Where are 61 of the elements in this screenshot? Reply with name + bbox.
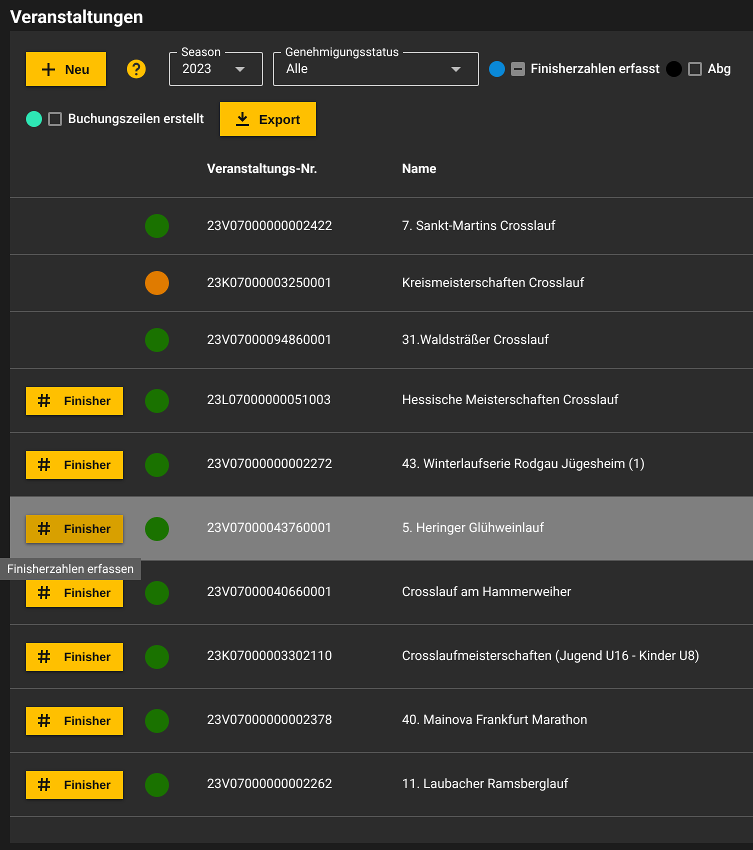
hash-icon — [38, 650, 50, 663]
finisher-button[interactable]: Finisher — [26, 706, 123, 734]
column-header[interactable]: Veranstaltungs-Nr. — [207, 162, 318, 176]
download-icon — [236, 112, 249, 126]
hash-icon — [38, 458, 50, 471]
event-name: Crosslauf am Hammerweiher — [402, 585, 572, 600]
column-header[interactable]: Name — [402, 162, 436, 176]
finisher-button[interactable]: Finisher — [26, 578, 123, 606]
table-row[interactable]: Finisher 23V07000000002378 40. Mainova Frankfurt Marathon — [10, 688, 753, 752]
table-row[interactable]: 23V07000094860001 31.Waldsträßer Crosslauf — [10, 312, 753, 368]
event-name: 43. Winterlaufserie Rodgau Jügesheim (1) — [402, 457, 645, 472]
table-row[interactable]: Finisher 23V07000000002272 43. Winterlaufserie Rodgau Jügesheim (1) — [10, 432, 753, 496]
event-name: 5. Heringer Glühweinlauf — [402, 521, 544, 536]
event-name: 40. Mainova Frankfurt Marathon — [402, 713, 588, 728]
checkbox[interactable] — [688, 62, 702, 76]
hash-icon — [38, 586, 50, 599]
page-title: Veranstaltungen — [9, 6, 144, 30]
event-number: 23K07000003250001 — [207, 276, 332, 290]
minus-icon — [514, 68, 522, 70]
event-number: 23V07000000002422 — [207, 218, 332, 234]
event-name: Kreismeisterschaften Crosslauf — [402, 276, 584, 290]
dropdown-caret-icon — [235, 66, 246, 72]
event-number: 23V07000000002272 — [207, 457, 332, 472]
finisher-button[interactable]: Finisher — [26, 642, 123, 670]
event-number: 23V07000043760001 — [207, 521, 332, 536]
legend-label: Abg — [708, 62, 731, 76]
finisher-button[interactable]: Finisher — [26, 514, 123, 542]
event-number: 23V07000040660001 — [207, 585, 332, 600]
event-number: 23L07000000051003 — [207, 393, 331, 408]
table-row[interactable]: Finisher 23V07000043760001 5. Heringer Glühweinlauf — [10, 496, 753, 560]
event-name: Hessische Meisterschaften Crosslauf — [402, 393, 619, 408]
event-number: 23V07000094860001 — [207, 332, 332, 348]
table-row[interactable]: 23V07000000002422 7. Sankt-Martins Crosslauf — [10, 198, 753, 254]
event-number: 23V07000000002378 — [207, 713, 332, 728]
table-row[interactable]: Finisher 23L07000000051003 Hessische Meisterschaften Crosslauf — [10, 368, 753, 432]
legend-label: Finisherzahlen erfasst — [530, 62, 660, 76]
dropdown-caret-icon — [450, 66, 461, 72]
event-name: 7. Sankt-Martins Crosslauf — [402, 218, 556, 234]
event-number: 23K07000003302110 — [207, 649, 332, 664]
plus-icon — [42, 62, 55, 76]
help-icon[interactable] — [126, 58, 146, 80]
table-row[interactable]: Finisher 23V07000000002262 11. Laubacher Ramsberglauf — [10, 752, 753, 816]
new-button[interactable]: Neu — [26, 52, 106, 86]
hash-icon — [38, 714, 50, 727]
table-row[interactable]: 23K07000003250001 Kreismeisterschaften Crosslauf — [10, 254, 753, 312]
hash-icon — [38, 778, 50, 791]
event-name: 31.Waldsträßer Crosslauf — [402, 332, 549, 348]
checkbox[interactable] — [510, 62, 525, 76]
checkbox[interactable] — [48, 112, 62, 126]
export-button[interactable]: Export — [220, 102, 316, 136]
event-name: Crosslaufmeisterschaften (Jugend U16 - Kinder U8) — [402, 649, 700, 664]
finisher-button[interactable]: Finisher — [26, 450, 123, 478]
legend-label: Buchungszeilen erstellt — [68, 112, 204, 126]
finisher-button[interactable]: Finisher — [26, 386, 123, 414]
finisher-button[interactable]: Finisher — [26, 770, 123, 798]
event-name: 11. Laubacher Ramsberglauf — [402, 777, 568, 792]
table-row[interactable]: Finisher 23K07000003302110 Crosslaufmeisterschaften (Jugend U16 - Kinder U8) — [10, 624, 753, 688]
event-number: 23V07000000002262 — [207, 777, 332, 792]
hash-icon — [38, 394, 50, 407]
tooltip: Finisherzahlen erfassen — [0, 558, 141, 580]
hash-icon — [38, 522, 50, 535]
